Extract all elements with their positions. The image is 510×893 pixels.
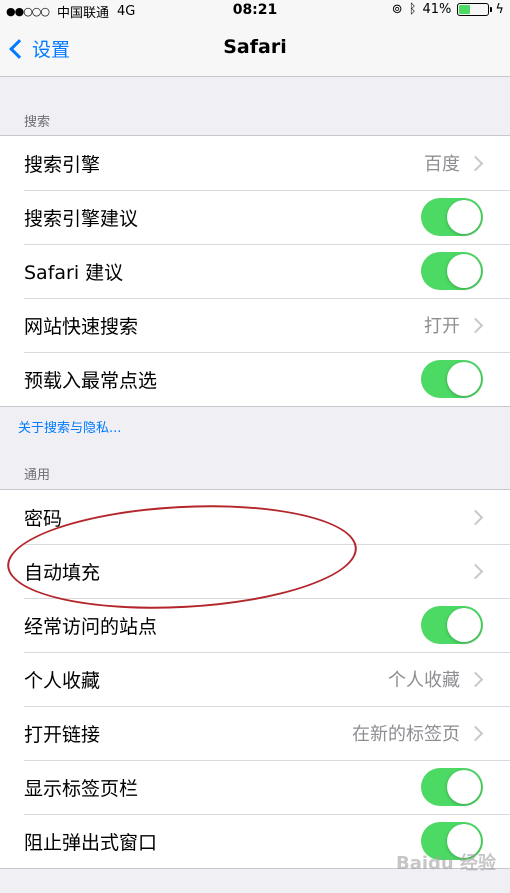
row-label: 经常访问的站点 [24, 615, 158, 638]
toggle-knob [447, 254, 481, 288]
row-detail: 在新的标签页 [352, 724, 460, 745]
battery-icon [457, 3, 493, 16]
battery-percent: 41% [422, 2, 452, 17]
chevron-right-icon [467, 671, 484, 687]
toggle-show-tab-bar[interactable] [421, 768, 483, 806]
row-quick-website-search[interactable]: 网站快速搜索 打开 [0, 298, 510, 352]
toggle-frequently-visited-sites[interactable] [421, 606, 483, 644]
toggle-search-engine-suggestions[interactable] [421, 198, 483, 236]
row-detail: 个人收藏 [388, 670, 460, 691]
row-label: 搜索引擎 [24, 153, 101, 176]
chevron-right-icon [467, 509, 484, 525]
row-label: 阻止弹出式窗口 [24, 831, 158, 854]
toggle-safari-suggestions[interactable] [421, 252, 483, 290]
row-search-engine-suggestions: 搜索引擎建议 [0, 190, 510, 244]
row-label: 搜索引擎建议 [24, 207, 139, 230]
chevron-right-icon [467, 317, 484, 333]
row-label: 自动填充 [24, 561, 101, 584]
section-header-search: 搜索 [24, 115, 51, 130]
row-show-tab-bar: 显示标签页栏 [0, 760, 510, 814]
row-preload-top-hit: 预载入最常点选 [0, 352, 510, 406]
search-settings-group: 搜索引擎 百度 搜索引擎建议 Safari 建议 网站快速搜索 打开 预载入最常… [0, 135, 510, 407]
page-title: Safari [223, 36, 287, 58]
search-privacy-link[interactable]: 关于搜索与隐私... [18, 417, 121, 436]
status-right: ⊚ ᛒ 41% ϟ [392, 2, 504, 17]
section-header-general: 通用 [24, 468, 51, 483]
row-detail: 百度 [424, 154, 460, 175]
row-autofill[interactable]: 自动填充 [0, 544, 510, 598]
row-label: 密码 [24, 507, 63, 530]
row-favorites[interactable]: 个人收藏 个人收藏 [0, 652, 510, 706]
row-label: 预载入最常点选 [24, 369, 158, 392]
orientation-lock-icon: ⊚ [391, 2, 403, 17]
baidu-watermark-logo: Baidu 经验 [395, 853, 496, 874]
general-settings-group: 密码 自动填充 经常访问的站点 个人收藏 个人收藏 打开链接 在新的标签页 显示… [0, 489, 510, 869]
row-search-engine[interactable]: 搜索引擎 百度 [0, 136, 510, 190]
chevron-right-icon [467, 725, 484, 741]
row-label: 个人收藏 [24, 669, 101, 692]
toggle-preload-top-hit[interactable] [421, 360, 483, 398]
row-label: 显示标签页栏 [24, 777, 139, 800]
bluetooth-icon: ᛒ [408, 2, 417, 17]
toggle-knob [447, 200, 481, 234]
row-label: 打开链接 [24, 723, 101, 746]
chevron-right-icon [467, 563, 484, 579]
row-open-links[interactable]: 打开链接 在新的标签页 [0, 706, 510, 760]
row-label: Safari 建议 [24, 261, 124, 284]
toggle-knob [447, 362, 481, 396]
row-detail: 打开 [424, 316, 460, 337]
toggle-knob [447, 770, 481, 804]
navigation-bar: 设置 Safari [0, 22, 510, 77]
row-passwords[interactable]: 密码 [0, 490, 510, 544]
charging-icon: ϟ [495, 2, 504, 17]
row-label: 网站快速搜索 [24, 315, 139, 338]
row-frequently-visited-sites: 经常访问的站点 [0, 598, 510, 652]
chevron-right-icon [467, 155, 484, 171]
status-bar: ●●○○○ 中国联通 4G 08:21 ⊚ ᛒ 41% ϟ [0, 0, 510, 22]
battery-fill [459, 5, 471, 14]
toggle-knob [447, 608, 481, 642]
row-safari-suggestions: Safari 建议 [0, 244, 510, 298]
